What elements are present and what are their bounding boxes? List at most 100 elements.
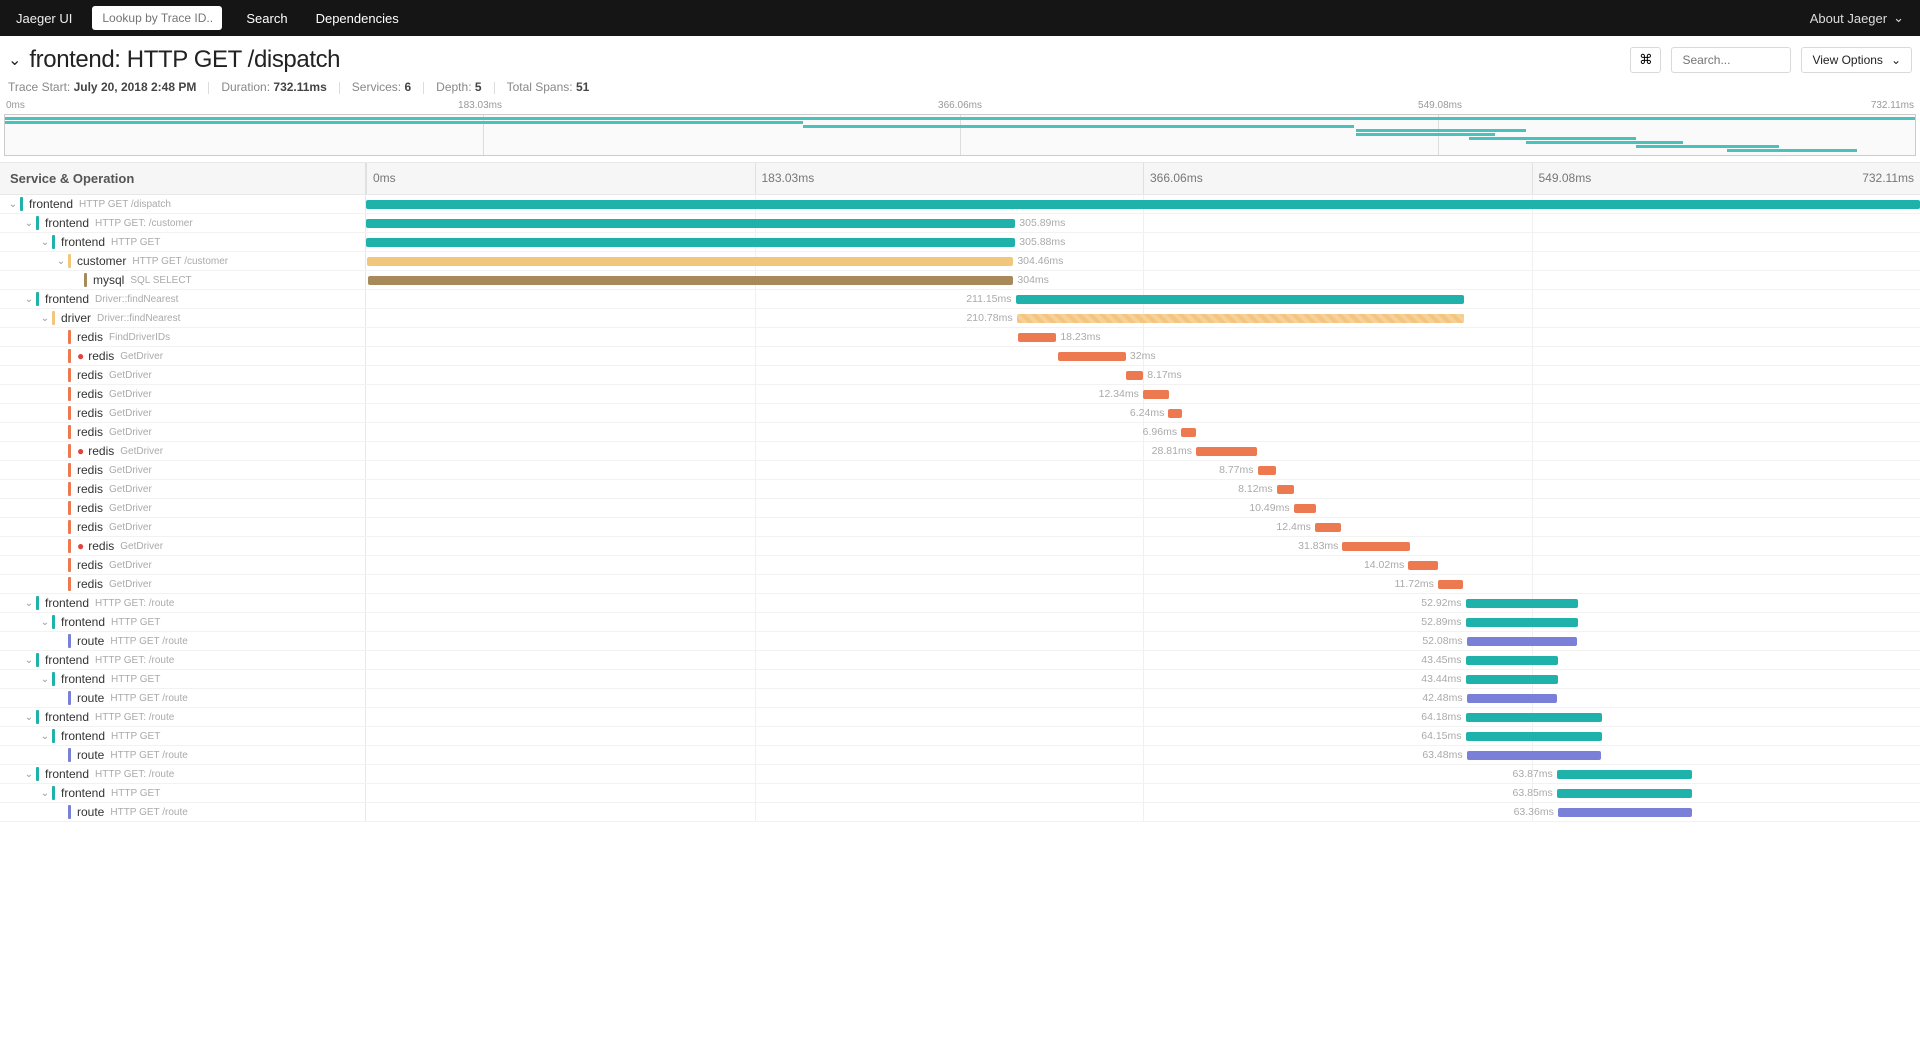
expand-toggle[interactable]: ⌄ [22,712,36,723]
span-row[interactable]: redisGetDriver12.4ms [0,518,1920,537]
span-bar[interactable] [368,276,1013,285]
span-bar[interactable] [366,200,1920,209]
span-bar[interactable] [366,238,1015,247]
service-name: mysql [93,273,124,287]
expand-toggle[interactable]: ⌄ [6,199,20,210]
service-color-bar [20,197,23,211]
span-bar[interactable] [1557,770,1693,779]
span-row[interactable]: ⌄frontendHTTP GET: /customer305.89ms [0,214,1920,233]
span-bar[interactable] [1557,789,1693,798]
span-bar[interactable] [1058,352,1126,361]
span-bar[interactable] [1466,732,1602,741]
span-row[interactable]: redisGetDriver12.34ms [0,385,1920,404]
span-row[interactable]: ⌄driverDriver::findNearest210.78ms [0,309,1920,328]
span-row[interactable]: ⌄frontendHTTP GET63.85ms [0,784,1920,803]
span-row[interactable]: ⌄frontendHTTP GET /dispatch [0,195,1920,214]
expand-toggle[interactable]: ⌄ [38,674,52,685]
span-row[interactable]: ⌄frontendHTTP GET: /route43.45ms [0,651,1920,670]
span-bar[interactable] [1467,751,1602,760]
span-bar[interactable] [1016,295,1464,304]
service-name: customer [77,254,126,268]
span-row[interactable]: routeHTTP GET /route52.08ms [0,632,1920,651]
span-bar[interactable] [1467,637,1578,646]
span-row[interactable]: ⌄customerHTTP GET /customer304.46ms [0,252,1920,271]
span-bar[interactable] [366,219,1015,228]
span-row[interactable]: ⌄frontendHTTP GET: /route64.18ms [0,708,1920,727]
view-options-button[interactable]: View Options ⌄ [1801,47,1912,73]
span-bar[interactable] [1017,314,1464,323]
span-bar[interactable] [1315,523,1341,532]
keyboard-shortcut-button[interactable]: ⌘ [1630,47,1661,73]
expand-toggle[interactable]: ⌄ [22,218,36,229]
nav-about[interactable]: About Jaeger ⌄ [1810,10,1904,26]
span-bar[interactable] [1408,561,1438,570]
span-row[interactable]: redisGetDriver6.96ms [0,423,1920,442]
span-bar[interactable] [1466,599,1578,608]
span-row[interactable]: redisGetDriver10.49ms [0,499,1920,518]
span-row[interactable]: redisGetDriver14.02ms [0,556,1920,575]
span-row[interactable]: redisGetDriver11.72ms [0,575,1920,594]
nav-search[interactable]: Search [246,11,287,26]
service-color-bar [52,235,55,249]
span-bar[interactable] [1258,466,1277,475]
expand-toggle[interactable]: ⌄ [22,598,36,609]
duration-label: 43.45ms [1421,654,1461,666]
span-bar[interactable] [1466,713,1602,722]
span-row[interactable]: ⌄frontendHTTP GET: /route52.92ms [0,594,1920,613]
span-row[interactable]: mysqlSQL SELECT304ms [0,271,1920,290]
span-bar[interactable] [367,257,1013,266]
duration-label: 63.48ms [1422,749,1462,761]
operation-name: GetDriver [109,465,152,476]
expand-toggle[interactable]: ⌄ [38,731,52,742]
span-bar[interactable] [1181,428,1196,437]
service-color-bar [68,520,71,534]
expand-toggle[interactable]: ⌄ [38,788,52,799]
span-bar[interactable] [1466,675,1558,684]
service-color-bar [68,577,71,591]
span-row[interactable]: ⌄frontendHTTP GET: /route63.87ms [0,765,1920,784]
span-bar[interactable] [1277,485,1294,494]
span-row[interactable]: routeHTTP GET /route63.36ms [0,803,1920,822]
span-row[interactable]: routeHTTP GET /route42.48ms [0,689,1920,708]
span-bar[interactable] [1466,656,1558,665]
span-row[interactable]: redisGetDriver6.24ms [0,404,1920,423]
expand-toggle[interactable]: ⌄ [38,313,52,324]
span-row[interactable]: ⌄frontendHTTP GET64.15ms [0,727,1920,746]
expand-toggle[interactable]: ⌄ [38,237,52,248]
span-bar[interactable] [1558,808,1692,817]
trace-id-input[interactable] [92,6,222,30]
span-row[interactable]: routeHTTP GET /route63.48ms [0,746,1920,765]
nav-dependencies[interactable]: Dependencies [316,11,399,26]
expand-toggle[interactable]: ⌄ [22,769,36,780]
service-name: redis [77,330,103,344]
span-bar[interactable] [1168,409,1181,418]
span-bar[interactable] [1294,504,1316,513]
span-bar[interactable] [1143,390,1169,399]
span-row[interactable]: ⌄frontendHTTP GET305.88ms [0,233,1920,252]
span-row[interactable]: redisGetDriver8.17ms [0,366,1920,385]
span-bar[interactable] [1467,694,1557,703]
span-row[interactable]: ●redisGetDriver32ms [0,347,1920,366]
span-bar[interactable] [1438,580,1463,589]
expand-toggle[interactable]: ⌄ [38,617,52,628]
trace-search-input[interactable] [1671,47,1791,73]
span-row[interactable]: redisFindDriverIDs18.23ms [0,328,1920,347]
span-row[interactable]: ●redisGetDriver31.83ms [0,537,1920,556]
span-row[interactable]: ⌄frontendDriver::findNearest211.15ms [0,290,1920,309]
span-bar[interactable] [1196,447,1257,456]
span-bar[interactable] [1466,618,1578,627]
span-row[interactable]: ⌄frontendHTTP GET43.44ms [0,670,1920,689]
expand-toggle[interactable]: ⌄ [54,256,68,267]
operation-name: HTTP GET [111,237,160,248]
span-bar[interactable] [1342,542,1410,551]
collapse-toggle[interactable]: ⌄ [8,50,21,70]
span-row[interactable]: ⌄frontendHTTP GET52.89ms [0,613,1920,632]
span-bar[interactable] [1126,371,1143,380]
span-row[interactable]: ●redisGetDriver28.81ms [0,442,1920,461]
expand-toggle[interactable]: ⌄ [22,294,36,305]
span-bar[interactable] [1018,333,1057,342]
span-row[interactable]: redisGetDriver8.77ms [0,461,1920,480]
expand-toggle[interactable]: ⌄ [22,655,36,666]
span-row[interactable]: redisGetDriver8.12ms [0,480,1920,499]
minimap[interactable] [4,114,1916,156]
